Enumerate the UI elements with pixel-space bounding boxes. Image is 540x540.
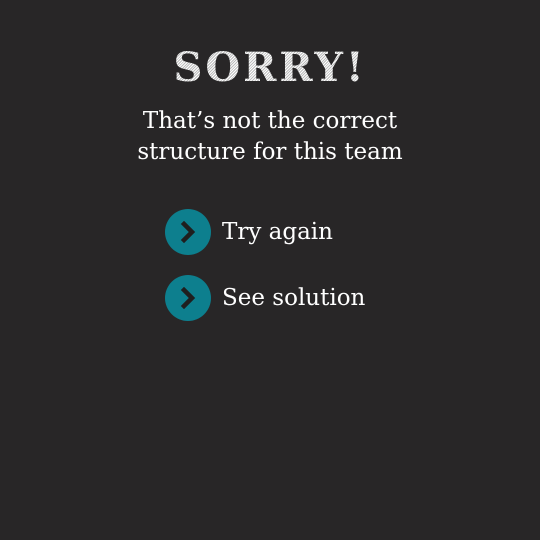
chevron-right-icon[interactable] <box>165 209 211 255</box>
see-solution-label[interactable]: See solution <box>222 275 365 321</box>
try-again-button[interactable]: Try again <box>165 209 333 255</box>
feedback-message: That’s not the correct structure for thi… <box>0 106 540 168</box>
try-again-label[interactable]: Try again <box>222 209 333 255</box>
sorry-heading: SORRY! <box>0 44 540 92</box>
chevron-right-icon[interactable] <box>165 275 211 321</box>
feedback-message-line-2: structure for this team <box>137 139 403 165</box>
feedback-message-line-1: That’s not the correct <box>142 108 398 134</box>
feedback-panel: SORRY! That’s not the correct structure … <box>0 0 540 540</box>
see-solution-button[interactable]: See solution <box>165 275 365 321</box>
